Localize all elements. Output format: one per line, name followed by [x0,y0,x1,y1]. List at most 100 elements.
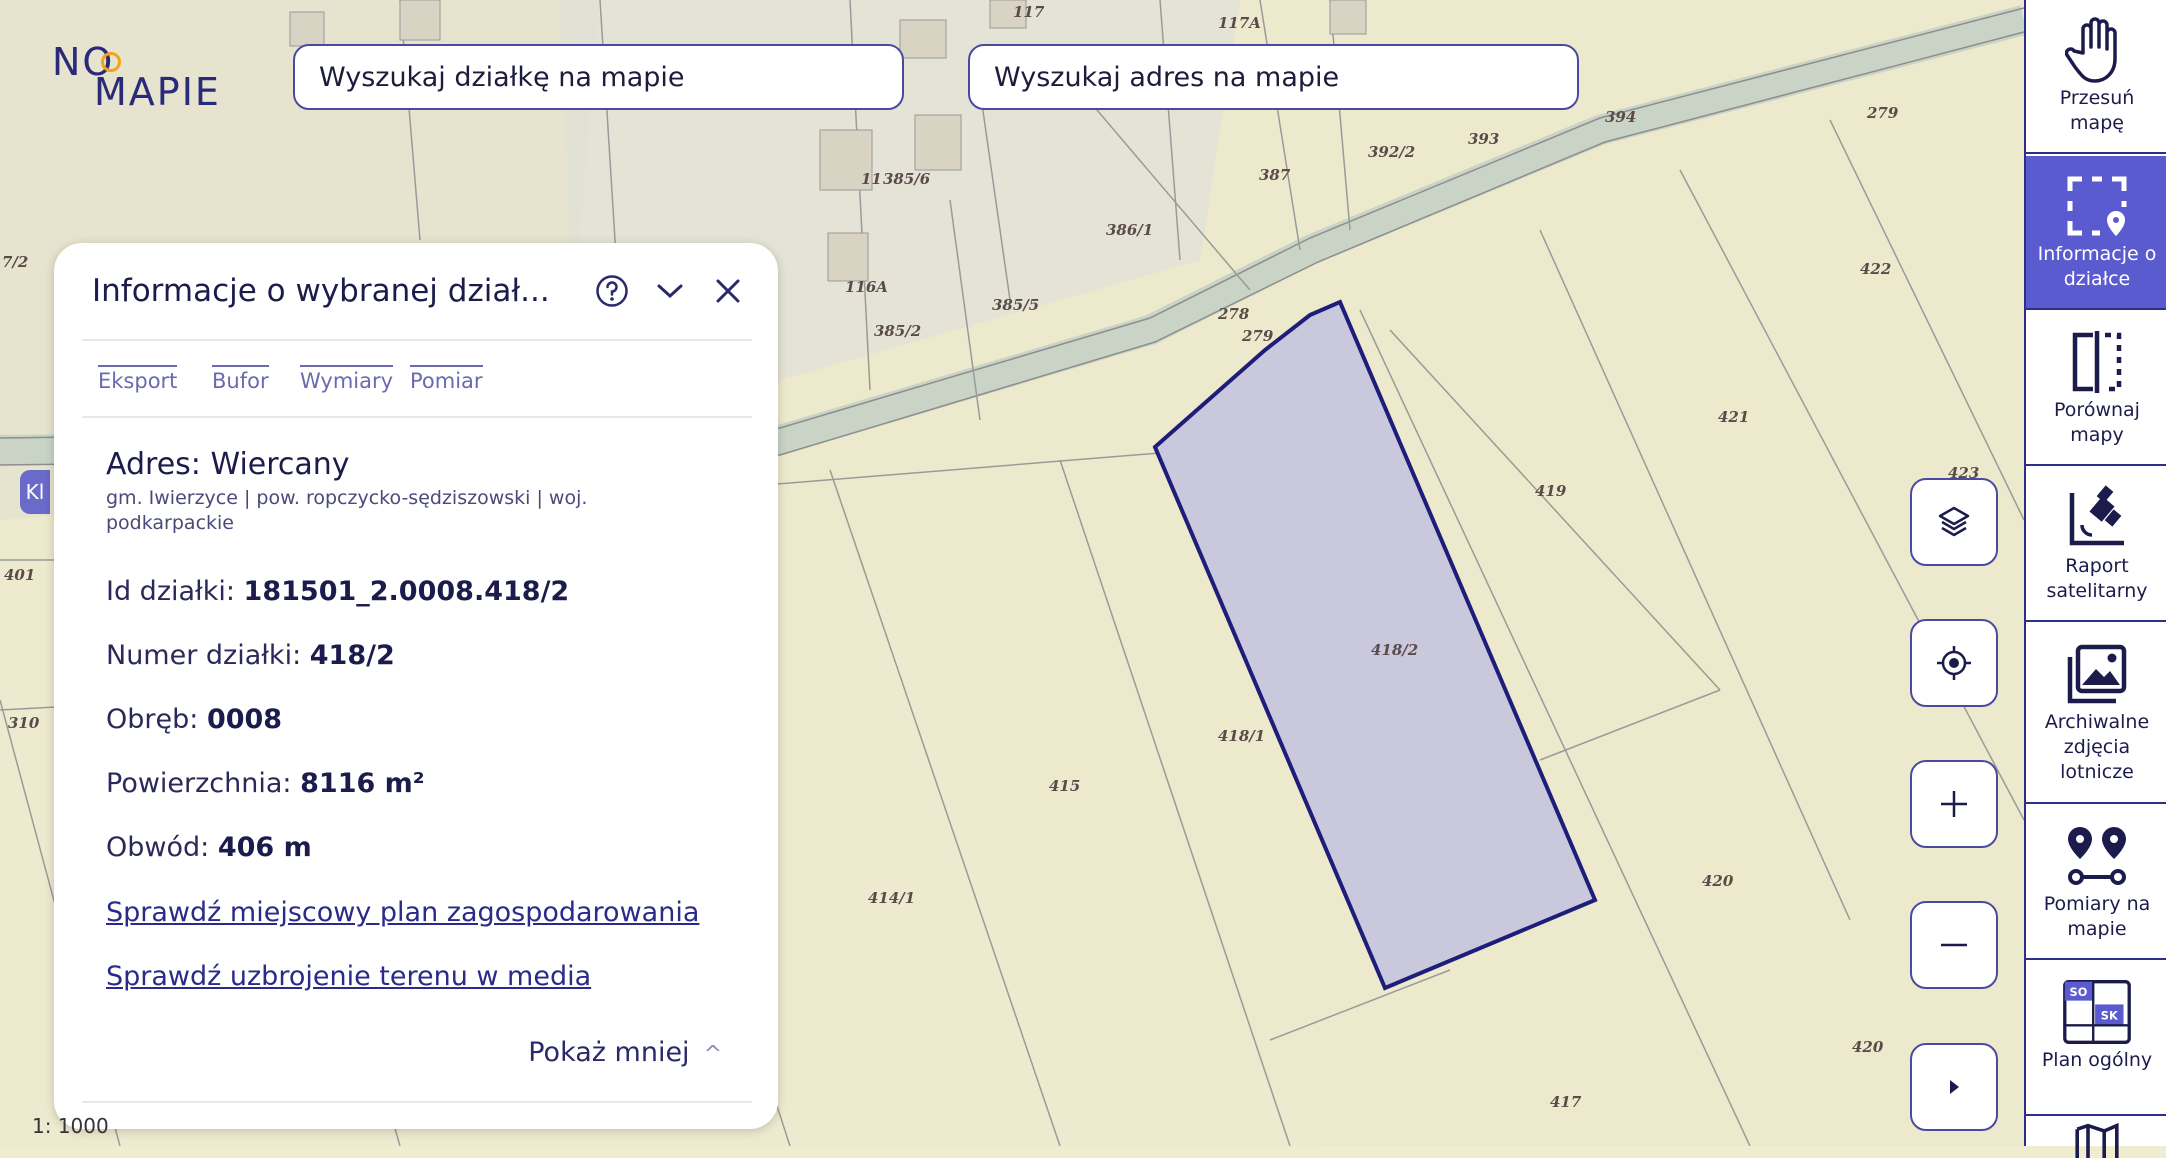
app-logo[interactable]: NO MAPIE [52,40,232,120]
precinct-label: Obręb: [106,704,199,735]
zoning-plan-link[interactable]: Sprawdź miejscowy plan zagospodarowania [106,897,699,928]
parcel-label: 310 [8,714,40,732]
parcel-search-input[interactable]: Wyszukaj działkę na mapie [293,44,904,110]
parcel-label: 415 [1049,777,1081,795]
chevron-up-icon: ^ [703,1042,722,1067]
show-less-label: Pokaż mniej [528,1037,690,1068]
parcel-label: 385/6 [883,170,931,188]
sidebar-item-archival-photos[interactable]: Archiwalne zdjęcia lotnicze [2026,624,2166,804]
parcel-label: 279 [1867,104,1899,122]
show-less-button[interactable]: Pokaż mniej ^ [528,1037,722,1068]
expand-toolbar-button[interactable] [1910,1043,1998,1131]
tool-sidebar: Przesuń mapę Informacje o działce Porówn… [2024,0,2166,1158]
parcel-label: 421 [1718,408,1750,426]
sidebar-label: Pomiary na mapie [2043,893,2151,940]
logo-dot-icon [101,52,121,72]
parcel-label: 385/2 [874,322,922,340]
compare-maps-icon [2061,326,2133,398]
parcel-label: 401 [4,566,36,584]
photos-icon [2061,638,2133,710]
area-row: Powierzchnia: 8116 m² [106,768,425,799]
logo-line-2: MAPIE [94,70,221,114]
parcel-label: 420 [1702,872,1734,890]
locate-button[interactable] [1910,619,1998,707]
parcel-label: 418/1 [1218,727,1266,745]
precinct-value: 0008 [206,704,283,735]
sidebar-label: Porównaj mapy [2054,399,2140,446]
close-icon[interactable] [708,271,748,311]
parcel-id-value: 181501_2.0008.418/2 [243,576,570,607]
parcel-info-icon [2061,170,2133,242]
sidebar-item-general-plan[interactable]: SO SK Plan ogólny [2026,962,2166,1116]
hand-icon [2061,14,2133,86]
precinct-row: Obręb: 0008 [106,704,282,735]
map-side-tag[interactable]: Kl [20,470,50,514]
measure-icon [2061,820,2133,892]
sidebar-item-satellite-report[interactable]: Raport satelitarny [2026,468,2166,622]
sidebar-label: Raport satelitarny [2046,555,2148,602]
sidebar-label: Archiwalne zdjęcia lotnicze [2044,711,2150,783]
sidebar-label: Plan ogólny [2041,1049,2153,1071]
address-search-input[interactable]: Wyszukaj adres na mapie [968,44,1579,110]
satellite-icon [2061,482,2133,554]
layers-button[interactable] [1910,478,1998,566]
collapse-chevron-icon[interactable] [650,271,690,311]
zoom-out-button[interactable] [1910,901,1998,989]
parcel-label: 392/2 [1368,143,1416,161]
tab-export[interactable]: Eksport [98,365,178,393]
map-scale: 1: 1000 [32,1114,109,1138]
perimeter-value: 406 m [217,832,312,863]
sidebar-item-parcel-info[interactable]: Informacje o działce [2026,156,2166,310]
general-plan-icon: SO SK [2061,976,2133,1048]
map-book-icon [2075,1122,2119,1158]
play-arrow-icon [1950,1080,1959,1094]
plan-code-sk: SK [2101,1009,2119,1023]
parcel-label: 385/5 [992,296,1040,314]
parcel-label: 417 [1550,1093,1582,1111]
sidebar-item-measurements[interactable]: Pomiary na mapie [2026,806,2166,960]
parcel-label: 419 [1535,482,1567,500]
parcel-label: 418/2 [1371,641,1419,659]
parcel-address: Adres: Wiercany [106,447,350,482]
layers-icon [1938,506,1970,537]
plan-code-so: SO [2070,985,2088,999]
parcel-label: 279 [1242,327,1274,345]
divider [82,1101,752,1103]
parcel-label: 420 [1852,1038,1884,1056]
parcel-number-label: Numer działki: [106,640,302,671]
parcel-id-row: Id działki: 181501_2.0008.418/2 [106,576,569,607]
parcel-id-label: Id działki: [106,576,235,607]
parcel-label: 117A [1218,14,1261,32]
help-icon[interactable] [592,271,632,311]
parcel-label: 278 [1218,305,1250,323]
sidebar-label: Informacje o działce [2037,243,2157,290]
parcel-address-details: gm. Iwierzyce | pow. ropczycko-sędziszow… [106,487,588,534]
utilities-link[interactable]: Sprawdź uzbrojenie terenu w media [106,961,591,992]
parcel-info-panel: Informacje o wybranej dział... Eksport B… [54,243,778,1129]
minus-icon [1941,943,1967,947]
sidebar-label: Przesuń mapę [2059,87,2135,134]
parcel-label: 422 [1860,260,1892,278]
panel-title: Informacje o wybranej dział... [92,273,550,309]
sidebar-item-more[interactable] [2026,1118,2166,1158]
perimeter-row: Obwód: 406 m [106,832,312,863]
area-value: 8116 m² [300,768,425,799]
tab-measure[interactable]: Pomiar [410,365,483,393]
perimeter-label: Obwód: [106,832,210,863]
parcel-number-row: Numer działki: 418/2 [106,640,395,671]
parcel-number-value: 418/2 [309,640,395,671]
crosshair-icon [1937,646,1971,680]
sidebar-item-compare-maps[interactable]: Porównaj mapy [2026,312,2166,466]
divider [82,339,752,341]
sidebar-item-pan[interactable]: Przesuń mapę [2026,0,2166,154]
parcel-label: 7/2 [2,253,29,271]
parcel-label: 393 [1468,130,1500,148]
tab-dimensions[interactable]: Wymiary [300,365,394,393]
parcel-label: 117 [1013,3,1045,21]
parcel-label: 116A [845,278,888,296]
zoom-in-button[interactable] [1910,760,1998,848]
plus-icon [1941,791,1967,817]
parcel-label: 386/1 [1106,221,1154,239]
tab-buffer[interactable]: Bufor [212,365,269,393]
divider [82,416,752,418]
